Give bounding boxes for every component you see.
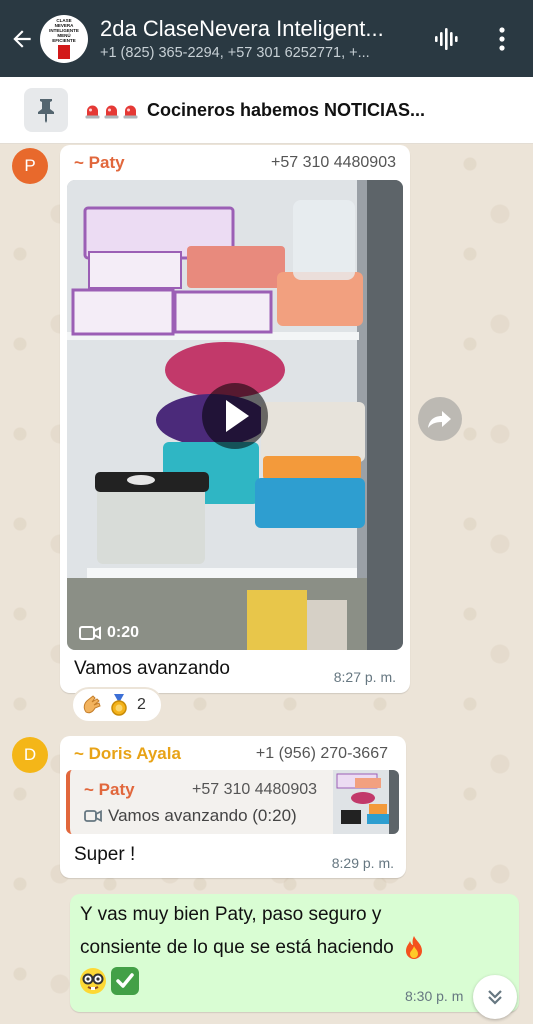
video-duration-indicator: 0:20 — [79, 624, 139, 642]
pinned-message-bar[interactable]: Cocineros habemos NOTICIAS... — [0, 77, 533, 144]
more-options-icon[interactable] — [486, 0, 518, 77]
chat-title: 2da ClaseNevera Inteligent... — [100, 16, 384, 41]
nerd-face-emoji-icon — [80, 968, 106, 994]
message-time: 8:27 p. m. — [333, 669, 396, 685]
siren-emoji-icon — [103, 102, 120, 119]
fridge-video-preview — [67, 180, 403, 650]
quoted-video-thumbnail — [333, 770, 399, 834]
medal-emoji-icon — [111, 694, 127, 716]
quoted-sender: ~ Paty — [84, 780, 135, 799]
reaction-count: 2 — [137, 696, 146, 713]
sender-avatar-letter: P — [24, 156, 36, 175]
back-arrow-icon[interactable] — [4, 0, 40, 77]
scroll-to-bottom-button[interactable] — [473, 975, 517, 1019]
sender-name[interactable]: ~ Paty — [74, 153, 125, 173]
message-text-line2-row: consiente de lo que se está haciendo — [80, 935, 426, 961]
forward-button[interactable] — [418, 397, 462, 441]
message-time: 8:30 p. m — [405, 988, 464, 1004]
video-camera-icon — [79, 626, 101, 640]
fire-emoji-icon — [405, 936, 422, 959]
message-time: 8:29 p. m. — [331, 855, 394, 871]
message-reactions[interactable]: 2 — [71, 687, 163, 723]
pinned-message-label: Cocineros habemos NOTICIAS... — [147, 99, 426, 120]
group-avatar[interactable]: CLASE NEVERA INTELIGENTE MENÚ EFICIENTE — [40, 14, 88, 63]
message-bubble-video[interactable]: ~ Paty +57 310 4480903 0:20 Vamos avanza… — [60, 145, 410, 693]
group-avatar-fridge-icon — [58, 45, 70, 59]
quoted-text-row: Vamos avanzando (0:20) — [84, 806, 297, 826]
message-text-line1: Y vas muy bien Paty, paso seguro y — [80, 904, 382, 925]
message-bubble-reply[interactable]: ~ Doris Ayala +1 (956) 270-3667 ~ Paty +… — [60, 736, 406, 878]
quoted-text: Vamos avanzando (0:20) — [108, 806, 297, 825]
sender-avatar-letter: D — [23, 745, 37, 764]
emoji-row — [78, 966, 140, 996]
pin-icon — [24, 88, 68, 132]
forward-icon — [428, 411, 451, 428]
message-text: Super ! — [74, 844, 136, 865]
group-avatar-text: CLASE NEVERA INTELIGENTE MENÚ EFICIENTE — [49, 18, 79, 43]
quoted-phone: +57 310 4480903 — [192, 781, 318, 798]
message-text-line2: consiente de lo que se está haciendo — [80, 937, 394, 958]
sender-phone: +57 310 4480903 — [270, 154, 396, 171]
clapping-hands-emoji-icon — [83, 695, 101, 714]
siren-emoji-icon — [122, 102, 139, 119]
pinned-message-text: Cocineros habemos NOTICIAS... — [84, 100, 425, 121]
chat-header: CLASE NEVERA INTELIGENTE MENÚ EFICIENTE … — [0, 0, 533, 77]
video-duration: 0:20 — [107, 624, 140, 641]
double-chevron-down-icon — [488, 990, 502, 1005]
check-mark-button-emoji-icon — [111, 967, 139, 995]
sender-name[interactable]: ~ Doris Ayala — [74, 744, 181, 764]
siren-emoji-icon — [84, 102, 101, 119]
sender-avatar-doris[interactable]: D — [12, 737, 48, 773]
voice-chat-icon[interactable] — [426, 0, 466, 77]
video-thumbnail[interactable]: 0:20 — [67, 180, 403, 650]
message-bubble-own[interactable]: Y vas muy bien Paty, paso seguro y consi… — [70, 894, 519, 1012]
message-text: Vamos avanzando — [74, 658, 230, 679]
video-camera-icon — [84, 810, 102, 822]
quoted-message[interactable]: ~ Paty +57 310 4480903 Vamos avanzando (… — [66, 770, 399, 834]
sender-avatar-paty[interactable]: P — [12, 148, 48, 184]
chat-members: +1 (825) 365-2294, +57 301 6252771, +... — [100, 45, 370, 61]
chat-title-block[interactable]: 2da ClaseNevera Inteligent... +1 (825) 3… — [100, 16, 420, 61]
sender-phone: +1 (956) 270-3667 — [255, 745, 388, 762]
